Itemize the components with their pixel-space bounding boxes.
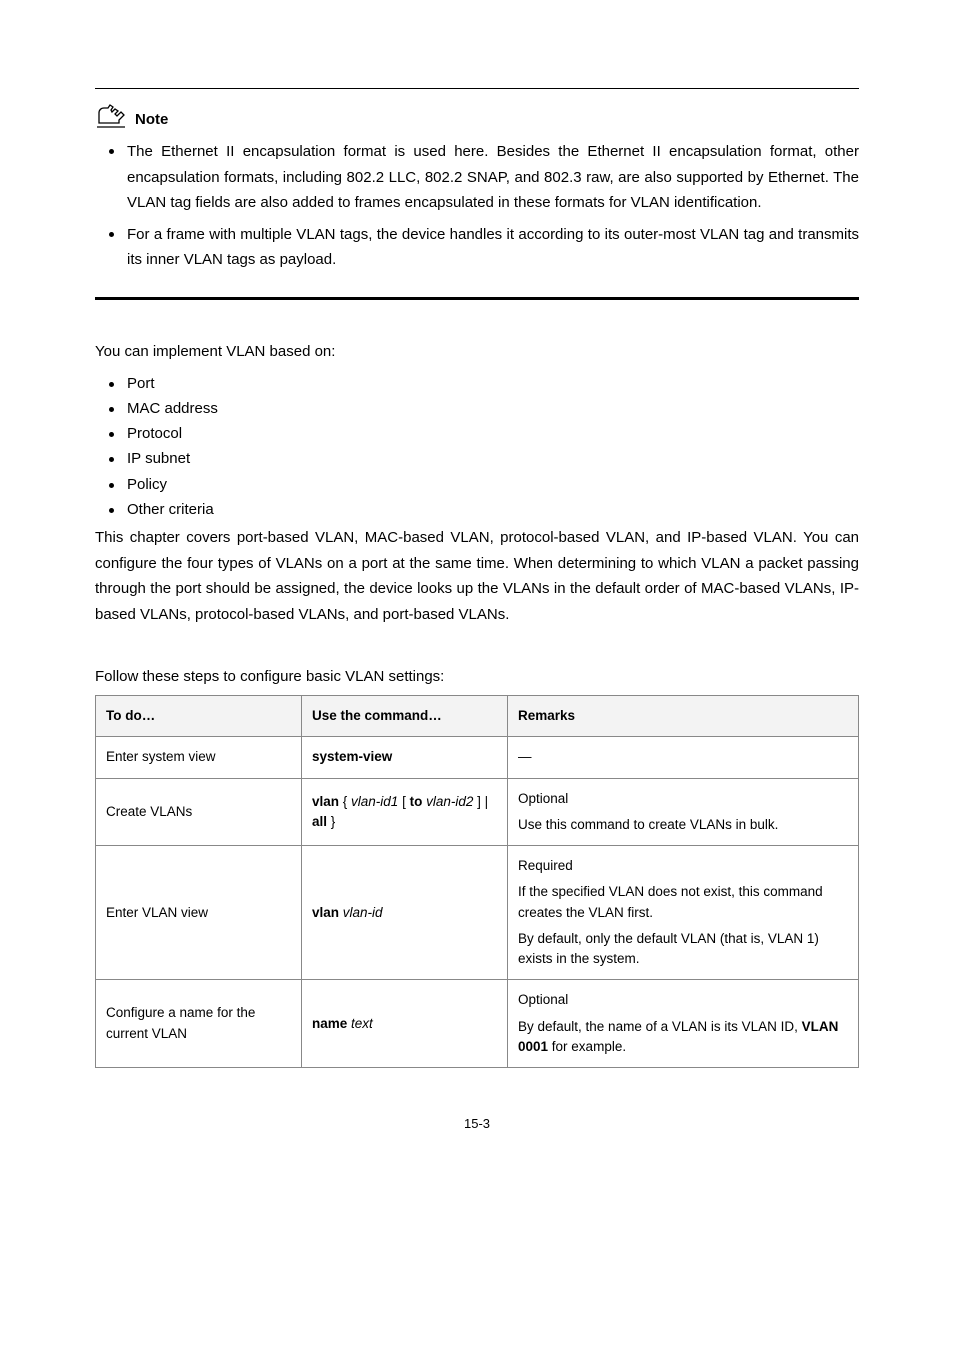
list-item: Other criteria bbox=[95, 498, 859, 521]
cmd-keyword: vlan bbox=[312, 794, 339, 809]
note-hand-icon bbox=[95, 103, 129, 129]
cell-command: system-view bbox=[302, 737, 508, 778]
cmd-keyword: all bbox=[312, 814, 327, 829]
note-end-rule bbox=[95, 297, 859, 300]
vlan-types-paragraph: This chapter covers port-based VLAN, MAC… bbox=[95, 525, 859, 627]
col-header-todo: To do… bbox=[96, 696, 302, 737]
cell-remarks: Required If the specified VLAN does not … bbox=[508, 846, 859, 980]
cell-todo: Enter system view bbox=[96, 737, 302, 778]
table-caption: Follow these steps to configure basic VL… bbox=[95, 665, 859, 689]
col-header-cmd: Use the command… bbox=[302, 696, 508, 737]
cmd-punct: ] | bbox=[473, 794, 488, 809]
cmd-keyword: name bbox=[312, 1016, 347, 1031]
cmd-keyword: system-view bbox=[312, 749, 392, 764]
note-list: The Ethernet II encapsulation format is … bbox=[95, 139, 859, 273]
cell-todo: Configure a name for the current VLAN bbox=[96, 980, 302, 1068]
table-row: Enter VLAN view vlan vlan-id Required If… bbox=[96, 846, 859, 980]
cmd-arg: text bbox=[351, 1016, 373, 1031]
cmd-arg: vlan-id2 bbox=[426, 794, 473, 809]
note-block: Note The Ethernet II encapsulation forma… bbox=[95, 103, 859, 273]
remarks-text: Required bbox=[518, 856, 848, 876]
note-item: The Ethernet II encapsulation format is … bbox=[95, 139, 859, 216]
cell-remarks: Optional Use this command to create VLAN… bbox=[508, 778, 859, 846]
cmd-punct: } bbox=[327, 814, 335, 829]
remarks-text: By default, the name of a VLAN is its VL… bbox=[518, 1017, 848, 1058]
list-item: Port bbox=[95, 372, 859, 395]
table-row: Create VLANs vlan { vlan-id1 [ to vlan-i… bbox=[96, 778, 859, 846]
note-item: For a frame with multiple VLAN tags, the… bbox=[95, 222, 859, 273]
note-heading: Note bbox=[95, 103, 859, 129]
note-label: Note bbox=[135, 112, 168, 129]
col-header-remarks: Remarks bbox=[508, 696, 859, 737]
cell-remarks: — bbox=[508, 737, 859, 778]
config-table: To do… Use the command… Remarks Enter sy… bbox=[95, 695, 859, 1068]
cell-command: vlan vlan-id bbox=[302, 846, 508, 980]
cmd-keyword: vlan bbox=[312, 905, 339, 920]
remarks-text: Optional bbox=[518, 789, 848, 809]
table-row: Configure a name for the current VLAN na… bbox=[96, 980, 859, 1068]
table-row: Enter system view system-view — bbox=[96, 737, 859, 778]
cell-command: name text bbox=[302, 980, 508, 1068]
cmd-arg: vlan-id1 bbox=[351, 794, 398, 809]
list-item: MAC address bbox=[95, 397, 859, 420]
remarks-text: — bbox=[518, 747, 848, 767]
cmd-punct: [ bbox=[398, 794, 409, 809]
page-number: 15-3 bbox=[95, 1116, 859, 1131]
cell-command: vlan { vlan-id1 [ to vlan-id2 ] | all } bbox=[302, 778, 508, 846]
remarks-text: Use this command to create VLANs in bulk… bbox=[518, 815, 848, 835]
remarks-span: By default, the name of a VLAN is its VL… bbox=[518, 1019, 802, 1034]
top-rule bbox=[95, 88, 859, 89]
cmd-punct: { bbox=[339, 794, 351, 809]
table-header-row: To do… Use the command… Remarks bbox=[96, 696, 859, 737]
cmd-keyword: to bbox=[410, 794, 423, 809]
list-item: IP subnet bbox=[95, 447, 859, 470]
vlan-types-list: Port MAC address Protocol IP subnet Poli… bbox=[95, 372, 859, 522]
cell-todo: Enter VLAN view bbox=[96, 846, 302, 980]
cmd-arg: vlan-id bbox=[343, 905, 383, 920]
remarks-span: for example. bbox=[548, 1039, 626, 1054]
remarks-text: If the specified VLAN does not exist, th… bbox=[518, 882, 848, 923]
remarks-text: Optional bbox=[518, 990, 848, 1010]
vlan-types-lead: You can implement VLAN based on: bbox=[95, 340, 859, 364]
cell-remarks: Optional By default, the name of a VLAN … bbox=[508, 980, 859, 1068]
remarks-text: By default, only the default VLAN (that … bbox=[518, 929, 848, 970]
cell-todo: Create VLANs bbox=[96, 778, 302, 846]
list-item: Policy bbox=[95, 473, 859, 496]
list-item: Protocol bbox=[95, 422, 859, 445]
